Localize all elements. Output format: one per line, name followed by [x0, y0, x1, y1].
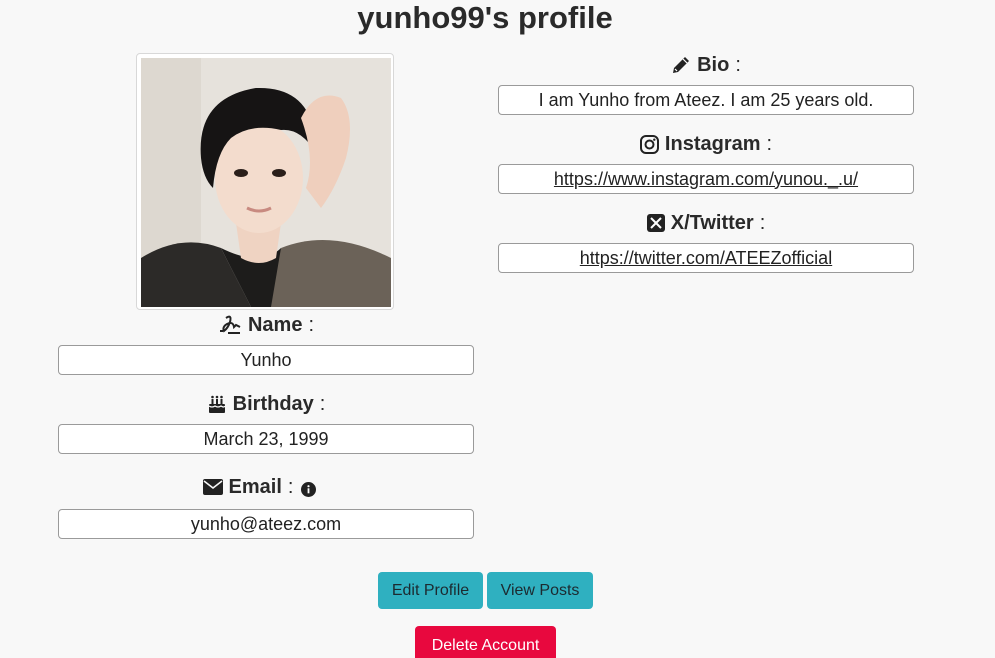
- email-field[interactable]: yunho@ateez.com: [58, 509, 474, 539]
- birthday-label-text: Birthday: [232, 393, 314, 415]
- edit-profile-button[interactable]: Edit Profile: [378, 572, 483, 609]
- twitter-label-text: X/Twitter: [670, 212, 754, 234]
- birthday-field[interactable]: March 23, 1999: [58, 424, 474, 454]
- x-twitter-icon: [646, 214, 665, 232]
- page-title: yunho99's profile: [357, 0, 613, 35]
- twitter-link[interactable]: https://twitter.com/ATEEZofficial: [580, 248, 832, 269]
- name-colon: :: [308, 314, 315, 336]
- avatar-frame: [136, 53, 394, 310]
- instagram-icon: [639, 134, 659, 154]
- bio-label: Bio:: [498, 53, 914, 77]
- info-circle-icon[interactable]: [301, 482, 316, 497]
- instagram-link[interactable]: https://www.instagram.com/yunou._.u/: [554, 169, 858, 190]
- birthday-label: Birthday:: [58, 392, 474, 416]
- profile-page: yunho99's profile Name: Yunho Birthday …: [0, 0, 995, 658]
- birthday-colon: :: [319, 393, 326, 415]
- delete-account-button[interactable]: Delete Account: [415, 626, 556, 658]
- bio-colon: :: [735, 54, 741, 76]
- view-posts-button[interactable]: View Posts: [487, 572, 593, 609]
- instagram-field[interactable]: https://www.instagram.com/yunou._.u/: [498, 164, 914, 194]
- name-label: Name:: [58, 313, 474, 337]
- birthday-cake-icon: [207, 394, 227, 414]
- pencil-icon: [671, 55, 691, 75]
- twitter-label: X/Twitter:: [498, 211, 914, 235]
- instagram-label: Instagram:: [498, 132, 914, 156]
- instagram-label-text: Instagram: [664, 133, 761, 155]
- twitter-field[interactable]: https://twitter.com/ATEEZofficial: [498, 243, 914, 273]
- avatar: [141, 58, 391, 307]
- name-label-text: Name: [247, 314, 303, 336]
- email-colon: :: [287, 476, 294, 498]
- bio-field[interactable]: I am Yunho from Ateez. I am 25 years old…: [498, 85, 914, 115]
- name-field[interactable]: Yunho: [58, 345, 474, 375]
- bio-label-text: Bio: [697, 54, 730, 76]
- twitter-colon: :: [759, 212, 766, 234]
- instagram-colon: :: [766, 133, 773, 155]
- envelope-icon: [202, 479, 223, 495]
- email-label-text: Email: [228, 476, 282, 498]
- email-label: Email:: [198, 475, 298, 499]
- signature-icon: [218, 315, 242, 335]
